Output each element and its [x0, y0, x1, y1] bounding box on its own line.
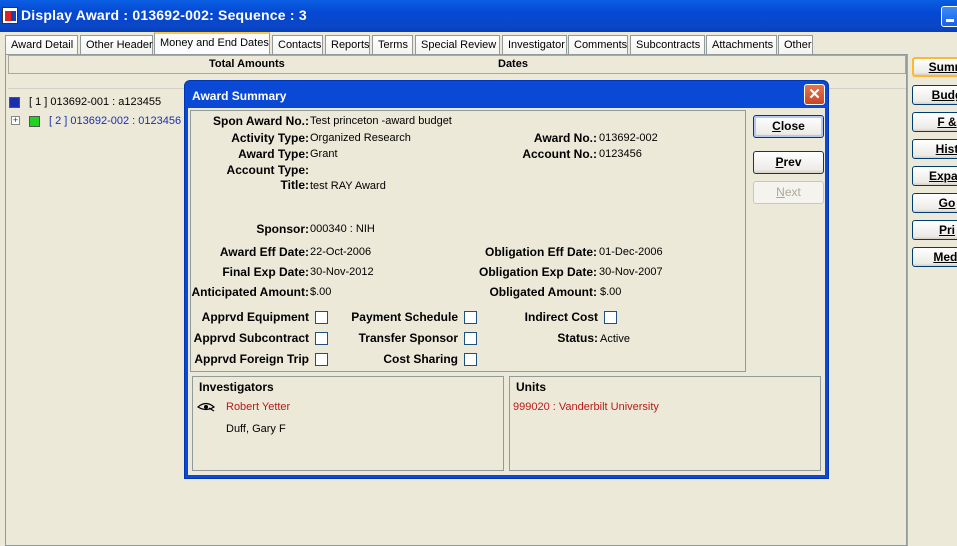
award-summary-dialog: Award Summary ✕ Spon Award No.: Test pri… [184, 80, 829, 479]
tab-money-and-end-dates[interactable]: Money and End Dates [154, 32, 270, 54]
tab-other-header[interactable]: Other Header [80, 35, 153, 54]
units-heading: Units [516, 380, 546, 394]
investigator-item[interactable]: Duff, Gary F [226, 423, 286, 435]
obligation-eff-date-value: 01-Dec-2006 [599, 246, 663, 258]
tab-attachments[interactable]: Attachments [706, 35, 777, 54]
app-icon[interactable] [2, 7, 18, 24]
title-label: Title: [280, 178, 309, 192]
final-exp-date-value: 30-Nov-2012 [310, 266, 374, 278]
investigators-heading: Investigators [199, 380, 274, 394]
f-and-a-button[interactable]: F & [912, 112, 957, 132]
apprvd-foreign-trip-checkbox[interactable] [315, 353, 328, 366]
account-no-value: 0123456 [599, 148, 642, 160]
activity-type-label: Activity Type: [231, 131, 309, 145]
budget-button[interactable]: Budg [912, 85, 957, 105]
tab-other[interactable]: Other [778, 35, 813, 54]
tab-subcontracts[interactable]: Subcontracts [630, 35, 705, 54]
expand-button[interactable]: Expan [912, 166, 957, 186]
award-eff-date-label: Award Eff Date: [219, 245, 309, 259]
column-header-dates: Dates [498, 58, 528, 70]
status-label: Status: [557, 331, 598, 345]
final-exp-date-label: Final Exp Date: [222, 265, 309, 279]
indirect-cost-checkbox[interactable] [604, 311, 617, 324]
activity-type-value: Organized Research [310, 132, 411, 144]
tab-comments[interactable]: Comments [568, 35, 628, 54]
transfer-sponsor-checkbox[interactable] [464, 332, 477, 345]
sponsor-label: Sponsor: [256, 222, 309, 236]
payment-schedule-label: Payment Schedule [351, 310, 458, 324]
next-button[interactable]: Next [753, 181, 824, 204]
dialog-body: Spon Award No.: Test princeton -award bu… [188, 108, 825, 475]
obligation-eff-date-label: Obligation Eff Date: [485, 245, 597, 259]
minimize-button[interactable] [941, 6, 957, 27]
tab-special-review[interactable]: Special Review [415, 35, 500, 54]
account-type-label: Account Type: [226, 163, 309, 177]
dialog-title: Award Summary [192, 89, 287, 103]
cost-sharing-label: Cost Sharing [383, 352, 458, 366]
indirect-cost-label: Indirect Cost [524, 310, 598, 324]
expand-icon[interactable]: + [11, 116, 20, 125]
award-eff-date-value: 22-Oct-2006 [310, 246, 372, 258]
history-button[interactable]: Hist [912, 139, 957, 159]
investigator-item[interactable]: Robert Yetter [226, 401, 290, 413]
tree-item-label: [ 1 ] 013692-001 : a123455 [29, 96, 162, 108]
anticipated-amount-label: Anticipated Amount: [191, 285, 309, 299]
eye-icon [197, 402, 215, 412]
award-type-value: Grant [310, 148, 338, 160]
node-icon [9, 97, 20, 108]
apprvd-equipment-checkbox[interactable] [315, 311, 328, 324]
table-header [8, 55, 906, 74]
window-title: Display Award : 013692-002: Sequence : 3 [21, 7, 307, 23]
column-header-total-amounts: Total Amounts [209, 58, 285, 70]
prev-button[interactable]: Prev [753, 151, 824, 174]
anticipated-amount-value: $.00 [310, 286, 332, 298]
spon-award-no-value: Test princeton -award budget [310, 115, 452, 127]
status-value: Active [600, 333, 630, 345]
payment-schedule-checkbox[interactable] [464, 311, 477, 324]
award-no-value: 013692-002 [599, 132, 658, 144]
spon-award-no-label: Spon Award No.: [213, 114, 309, 128]
title-bar: Display Award : 013692-002: Sequence : 3 [0, 0, 957, 32]
apprvd-equipment-label: Apprvd Equipment [201, 310, 309, 324]
unit-item[interactable]: 999020 : Vanderbilt University [513, 401, 659, 413]
tab-contacts[interactable]: Contacts [272, 35, 323, 54]
tab-investigator[interactable]: Investigator [502, 35, 567, 54]
account-no-label: Account No.: [522, 147, 597, 161]
transfer-sponsor-label: Transfer Sponsor [358, 331, 458, 345]
tab-award-detail[interactable]: Award Detail [5, 35, 78, 54]
obligated-amount-label: Obligated Amount: [489, 285, 597, 299]
dialog-close-button[interactable]: ✕ [804, 84, 825, 105]
title-value: test RAY Award [310, 180, 386, 192]
apprvd-subcontract-checkbox[interactable] [315, 332, 328, 345]
close-button[interactable]: Close [753, 115, 824, 138]
print-button[interactable]: Pri [912, 220, 957, 240]
medusa-button[interactable]: Medi [912, 247, 957, 267]
award-no-label: Award No.: [533, 131, 597, 145]
obligated-amount-value: $.00 [600, 286, 622, 298]
node-icon [29, 116, 40, 127]
tab-reports[interactable]: Reports [325, 35, 370, 54]
summary-button[interactable]: Summ [912, 57, 957, 77]
apprvd-subcontract-label: Apprvd Subcontract [193, 331, 309, 345]
go-button[interactable]: Go [912, 193, 957, 213]
side-divider [907, 54, 908, 546]
close-icon: ✕ [808, 86, 821, 103]
obligation-exp-date-value: 30-Nov-2007 [599, 266, 663, 278]
award-type-label: Award Type: [238, 147, 309, 161]
apprvd-foreign-trip-label: Apprvd Foreign Trip [194, 352, 309, 366]
obligation-exp-date-label: Obligation Exp Date: [478, 265, 597, 279]
units-panel [509, 376, 821, 471]
sponsor-value: 000340 : NIH [310, 223, 375, 235]
tab-terms[interactable]: Terms [372, 35, 413, 54]
cost-sharing-checkbox[interactable] [464, 353, 477, 366]
tab-bar: Award Detail Other Header Money and End … [4, 32, 957, 54]
tree-item-label: [ 2 ] 013692-002 : 0123456 [49, 115, 182, 127]
